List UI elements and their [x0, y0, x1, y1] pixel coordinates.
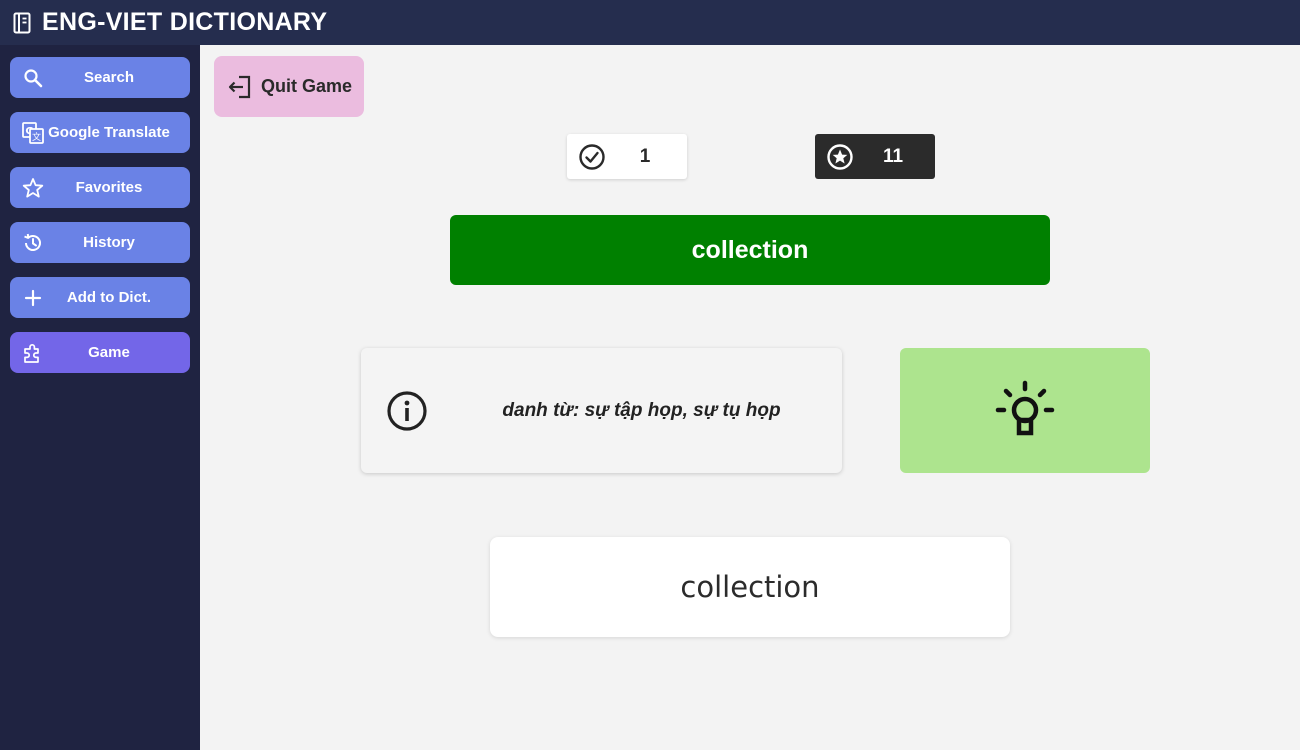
hint-card: danh từ: sự tập họp, sự tụ họp [361, 348, 842, 473]
translate-icon: G 文 [22, 122, 44, 144]
sidebar-item-game[interactable]: Game [10, 332, 190, 373]
info-icon [386, 390, 428, 432]
word-banner: collection [450, 215, 1050, 285]
sidebar-item-history[interactable]: History [10, 222, 190, 263]
sidebar-item-favorites[interactable]: Favorites [10, 167, 190, 208]
sidebar-item-google-translate[interactable]: G 文 Google Translate [10, 112, 190, 153]
sidebar-item-add-to-dict[interactable]: Add to Dict. [10, 277, 190, 318]
history-icon [22, 232, 44, 254]
app-title: ENG-VIET DICTIONARY [42, 8, 328, 36]
search-icon [22, 67, 44, 89]
check-circle-icon [578, 143, 606, 171]
quit-game-button[interactable]: Quit Game [214, 56, 364, 117]
exit-icon [227, 74, 253, 100]
lightbulb-button[interactable] [900, 348, 1150, 473]
notebook-icon [12, 11, 32, 35]
top-bar: ENG-VIET DICTIONARY [0, 0, 1300, 45]
target-word: collection [691, 235, 809, 264]
star-outline-icon [22, 177, 44, 199]
answer-input[interactable] [490, 537, 1010, 637]
correct-counter: 1 [567, 134, 687, 179]
sidebar-item-search[interactable]: Search [10, 57, 190, 98]
hint-text: danh từ: sự tập họp, sự tụ họp [502, 399, 781, 421]
correct-count: 1 [639, 145, 651, 167]
score-counter: 11 [815, 134, 935, 179]
score-value: 11 [882, 145, 904, 167]
plus-icon [22, 287, 44, 309]
sidebar: Search G 文 Google Translate Favorites [0, 45, 200, 750]
star-circle-icon [826, 143, 854, 171]
svg-text:文: 文 [32, 131, 41, 143]
puzzle-icon [22, 342, 44, 364]
quit-game-label: Quit Game [261, 76, 353, 96]
lightbulb-icon [994, 380, 1056, 442]
